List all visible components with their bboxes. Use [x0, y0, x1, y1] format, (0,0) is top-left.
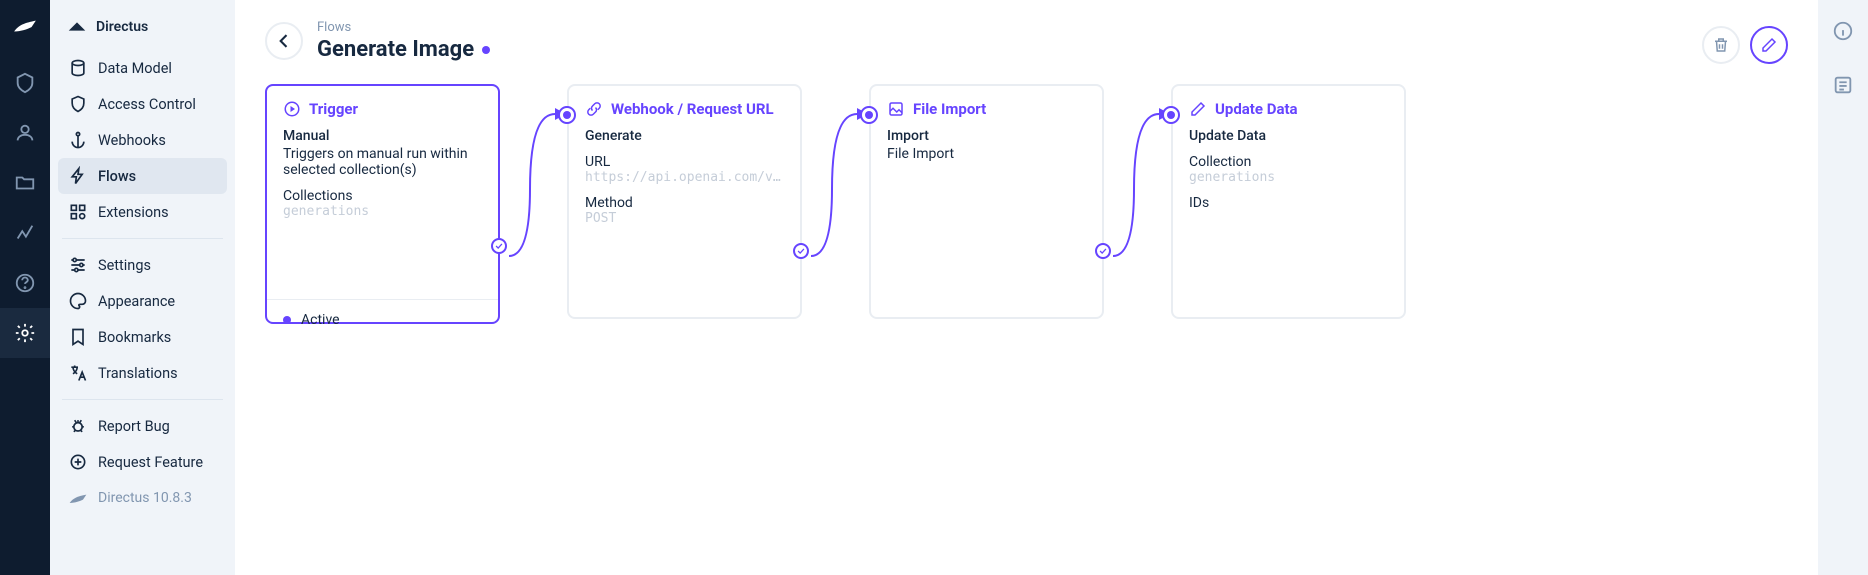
sidebar-item-label: Flows [98, 168, 136, 185]
sidebar-item-appearance[interactable]: Appearance [58, 283, 227, 319]
sidebar-item-label: Extensions [98, 204, 169, 221]
op-title: File Import [887, 100, 1086, 118]
sidebar-item-label: Translations [98, 365, 178, 382]
method-label: Method [585, 195, 784, 211]
method-value: POST [585, 211, 784, 226]
connector [802, 104, 872, 264]
sidebar-item-settings[interactable]: Settings [58, 247, 227, 283]
bolt-icon [68, 166, 88, 186]
nav-docs-icon[interactable] [0, 258, 50, 308]
sidebar-item-bookmarks[interactable]: Bookmarks [58, 319, 227, 355]
sidebar-item-label: Access Control [98, 96, 196, 113]
card-divider [267, 299, 498, 300]
connector [1104, 104, 1174, 264]
right-rail [1818, 0, 1868, 575]
op-target-handle[interactable] [860, 106, 878, 124]
translate-icon [68, 363, 88, 383]
palette-icon [68, 291, 88, 311]
page-title: Generate Image [317, 37, 474, 62]
nav-users-icon[interactable] [0, 108, 50, 158]
trigger-type: Manual [283, 128, 482, 144]
op-target-handle[interactable] [558, 106, 576, 124]
collections-value: generations [283, 204, 482, 219]
sidebar-item-label: Data Model [98, 60, 172, 77]
connector [500, 104, 570, 264]
header-actions [1702, 26, 1788, 64]
op-name: Generate [585, 128, 784, 144]
nav-settings-icon[interactable] [0, 308, 50, 358]
bookmark-icon [68, 327, 88, 347]
sidebar-item-extensions[interactable]: Extensions [58, 194, 227, 230]
url-label: URL [585, 154, 784, 170]
settings-sidebar: Directus Data Model Access Control Webho… [50, 0, 235, 575]
sidebar-item-webhooks[interactable]: Webhooks [58, 122, 227, 158]
status-dot-icon [482, 46, 490, 54]
nav-content-icon[interactable] [0, 58, 50, 108]
page-header: Flows Generate Image [265, 20, 1788, 62]
op-title: Webhook / Request URL [585, 100, 784, 118]
app-name: Directus [96, 19, 148, 35]
trigger-resolve-handle[interactable] [491, 238, 507, 254]
sidebar-divider [62, 399, 223, 400]
trigger-description: Triggers on manual run within selected c… [283, 146, 482, 178]
tune-icon [68, 255, 88, 275]
op-resolve-handle[interactable] [793, 243, 809, 259]
sidebar-divider [62, 238, 223, 239]
category-icon [68, 202, 88, 222]
op-title: Update Data [1189, 100, 1388, 118]
collection-label: Collection [1189, 154, 1388, 170]
sidebar-item-label: Settings [98, 257, 151, 274]
collections-label: Collections [283, 188, 482, 204]
new-icon [68, 452, 88, 472]
breadcrumb[interactable]: Flows [317, 20, 490, 35]
sidebar-item-label: Request Feature [98, 454, 203, 471]
ids-label: IDs [1189, 195, 1388, 211]
icon-sidebar [0, 0, 50, 575]
op-name: Update Data [1189, 128, 1388, 144]
sidebar-item-label: Report Bug [98, 418, 170, 435]
bug-icon [68, 416, 88, 436]
main-content: Flows Generate Image Trigger Manual Trig… [235, 0, 1818, 575]
sidebar-version: Directus 10.8.3 [58, 480, 227, 516]
edit-button[interactable] [1750, 26, 1788, 64]
sidebar-item-flows[interactable]: Flows [58, 158, 227, 194]
flow-op-update-data[interactable]: Update Data Update Data Collection gener… [1171, 84, 1406, 319]
sidebar-item-access-control[interactable]: Access Control [58, 86, 227, 122]
flow-canvas[interactable]: Trigger Manual Triggers on manual run wi… [265, 84, 1788, 364]
shield-icon [68, 94, 88, 114]
logs-icon[interactable] [1832, 74, 1854, 100]
flow-op-file-import[interactable]: File Import Import File Import [869, 84, 1104, 319]
trigger-status: Active [283, 312, 482, 328]
sidebar-item-translations[interactable]: Translations [58, 355, 227, 391]
collection-value: generations [1189, 170, 1388, 185]
database-icon [68, 58, 88, 78]
delete-button[interactable] [1702, 26, 1740, 64]
nav-files-icon[interactable] [0, 158, 50, 208]
flow-trigger-card[interactable]: Trigger Manual Triggers on manual run wi… [265, 84, 500, 324]
sidebar-item-request-feature[interactable]: Request Feature [58, 444, 227, 480]
sidebar-item-label: Appearance [98, 293, 175, 310]
version-text: Directus 10.8.3 [98, 490, 192, 506]
sidebar-item-data-model[interactable]: Data Model [58, 50, 227, 86]
op-sub: File Import [887, 146, 1086, 162]
sidebar-item-label: Webhooks [98, 132, 166, 149]
nav-insights-icon[interactable] [0, 208, 50, 258]
directus-logo[interactable] [12, 12, 38, 38]
anchor-icon [68, 130, 88, 150]
back-button[interactable] [265, 22, 303, 60]
flow-op-webhook[interactable]: Webhook / Request URL Generate URL https… [567, 84, 802, 319]
op-target-handle[interactable] [1162, 106, 1180, 124]
sidebar-item-label: Bookmarks [98, 329, 171, 346]
op-name: Import [887, 128, 1086, 144]
sidebar-header: Directus [58, 12, 227, 50]
trigger-title: Trigger [283, 100, 482, 118]
url-value: https://api.openai.com/v1/… [585, 170, 784, 185]
info-icon[interactable] [1832, 20, 1854, 46]
sidebar-item-report-bug[interactable]: Report Bug [58, 408, 227, 444]
op-resolve-handle[interactable] [1095, 243, 1111, 259]
